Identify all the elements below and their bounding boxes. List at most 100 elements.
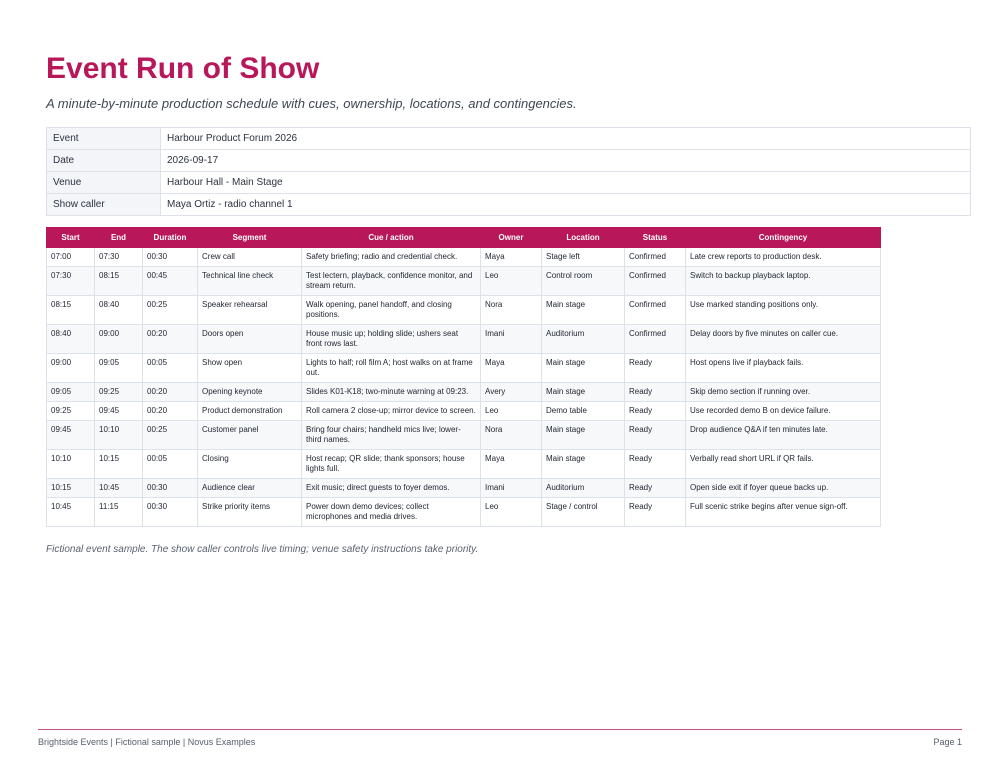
table-cell: Confirmed [624,247,686,267]
detail-value: Maya Ortiz - radio channel 1 [160,193,971,216]
table-cell: 09:25 [94,382,143,402]
table-cell: Ready [624,401,686,421]
table-cell: 09:00 [46,353,95,383]
footnote: Fictional event sample. The show caller … [46,544,479,555]
table-cell: House music up; holding slide; ushers se… [301,324,481,354]
table-cell: Bring four chairs; handheld mics live; l… [301,420,481,450]
page-number: Page 1 [933,737,962,747]
table-cell: Ready [624,353,686,383]
table-cell: Ready [624,478,686,498]
table-row: 10:10 10:15 00:05 Closing Host recap; QR sli… [46,449,881,479]
table-cell: Crew call [197,247,302,267]
event-detail-row: Event Harbour Product Forum 2026 [46,127,971,150]
column-header: Start [46,227,95,248]
table-cell: Demo table [541,401,625,421]
table-cell: Stage / control [541,497,625,527]
table-cell: Opening keynote [197,382,302,402]
table-cell: 09:25 [46,401,95,421]
event-detail-row: Venue Harbour Hall - Main Stage [46,171,971,194]
detail-value: Harbour Hall - Main Stage [160,171,971,194]
table-cell: Maya [480,449,542,479]
table-cell: Roll camera 2 close-up; mirror device to… [301,401,481,421]
table-cell: 09:45 [46,420,95,450]
table-header-row: Start End Duration Segment Cue / action Owner… [46,227,881,248]
run-of-show-table: Start End Duration Segment Cue / action Owner… [46,227,881,527]
table-cell: 00:30 [142,247,198,267]
table-cell: Auditorium [541,478,625,498]
event-detail-row: Date 2026-09-17 [46,149,971,172]
table-cell: Use recorded demo B on device failure. [685,401,881,421]
table-row: 09:00 09:05 00:05 Show open Lights to half; … [46,353,881,383]
table-cell: Nora [480,420,542,450]
table-cell: Safety briefing; radio and credential ch… [301,247,481,267]
table-cell: Host opens live if playback fails. [685,353,881,383]
detail-label: Show caller [46,193,161,216]
table-row: 08:15 08:40 00:25 Speaker rehearsal Walk ope… [46,295,881,325]
table-cell: Host recap; QR slide; thank sponsors; ho… [301,449,481,479]
table-cell: Imani [480,324,542,354]
table-cell: Leo [480,497,542,527]
detail-label: Date [46,149,161,172]
table-cell: 00:25 [142,420,198,450]
column-header: Segment [197,227,302,248]
table-row: 08:40 09:00 00:20 Doors open House music up;… [46,324,881,354]
table-cell: Leo [480,266,542,296]
table-cell: Imani [480,478,542,498]
table-cell: Confirmed [624,324,686,354]
table-cell: 07:30 [94,247,143,267]
detail-label: Event [46,127,161,150]
table-cell: Ready [624,449,686,479]
table-cell: Delay doors by five minutes on caller cu… [685,324,881,354]
table-cell: Maya [480,353,542,383]
table-cell: Audience clear [197,478,302,498]
table-cell: Late crew reports to production desk. [685,247,881,267]
table-cell: 08:15 [94,266,143,296]
footer-divider [38,729,962,730]
table-cell: Nora [480,295,542,325]
table-cell: 08:15 [46,295,95,325]
table-cell: Exit music; direct guests to foyer demos… [301,478,481,498]
table-cell: Ready [624,420,686,450]
table-row: 10:45 11:15 00:30 Strike priority items Powe… [46,497,881,527]
table-cell: Main stage [541,382,625,402]
table-cell: Use marked standing positions only. [685,295,881,325]
table-cell: Closing [197,449,302,479]
table-cell: Main stage [541,449,625,479]
event-detail-row: Show caller Maya Ortiz - radio channel 1 [46,193,971,216]
table-cell: 07:30 [46,266,95,296]
column-header: Duration [142,227,198,248]
table-cell: Lights to half; roll film A; host walks … [301,353,481,383]
table-cell: Skip demo section if running over. [685,382,881,402]
table-cell: Stage left [541,247,625,267]
table-row: 09:45 10:10 00:25 Customer panel Bring four … [46,420,881,450]
table-cell: Open side exit if foyer queue backs up. [685,478,881,498]
table-cell: Speaker rehearsal [197,295,302,325]
table-cell: 00:20 [142,382,198,402]
column-header: Cue / action [301,227,481,248]
table-cell: 08:40 [94,295,143,325]
table-cell: 10:10 [46,449,95,479]
table-cell: 00:20 [142,324,198,354]
table-cell: Strike priority items [197,497,302,527]
column-header: Contingency [685,227,881,248]
column-header: Status [624,227,686,248]
table-cell: 00:45 [142,266,198,296]
table-cell: 00:25 [142,295,198,325]
page-title: Event Run of Show [46,52,320,85]
table-cell: 10:10 [94,420,143,450]
table-cell: 00:05 [142,353,198,383]
column-header: End [94,227,143,248]
table-cell: Switch to backup playback laptop. [685,266,881,296]
table-cell: 10:45 [46,497,95,527]
table-cell: Main stage [541,420,625,450]
table-cell: Ready [624,382,686,402]
table-cell: 09:45 [94,401,143,421]
table-cell: Maya [480,247,542,267]
table-cell: Walk opening, panel handoff, and closing… [301,295,481,325]
table-cell: 10:15 [46,478,95,498]
table-cell: Confirmed [624,295,686,325]
table-cell: Ready [624,497,686,527]
detail-value: Harbour Product Forum 2026 [160,127,971,150]
table-cell: 09:00 [94,324,143,354]
column-header: Owner [480,227,542,248]
